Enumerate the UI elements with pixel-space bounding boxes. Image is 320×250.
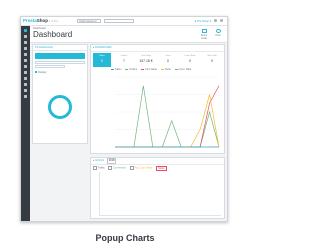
demo-mode-button[interactable]: Demo mode	[198, 29, 210, 40]
admin-window: PrestaShop1.7.6.x Quick Access ▾ ● PS Sh…	[20, 16, 228, 222]
legend-swatch	[174, 68, 178, 70]
kpi-label: Cart Value	[140, 55, 152, 57]
legend-swatch	[111, 68, 114, 70]
activity-select-field[interactable]	[35, 60, 85, 64]
kpi-tab-orders[interactable]: Orders 7	[115, 53, 133, 67]
payment-nav-icon[interactable]	[24, 83, 27, 86]
goals-tab-sales[interactable]: Sales	[156, 166, 167, 171]
settings-nav-icon[interactable]	[24, 95, 27, 98]
stats-nav-icon[interactable]	[24, 59, 27, 62]
activity-display-label: Display	[38, 71, 47, 74]
demo-mode-label: Demo mode	[200, 34, 208, 40]
activity-highlight-row[interactable]	[35, 53, 85, 59]
checkbox-icon	[35, 71, 37, 74]
legend-label: Cart Value	[144, 68, 157, 71]
help-button[interactable]: Help	[212, 29, 224, 37]
promo-caption: Popup Charts	[95, 233, 155, 243]
goals-tab-cart-value[interactable]: Avg. Cart Value	[129, 166, 153, 171]
legend-swatch	[125, 68, 129, 70]
top-bar: PrestaShop1.7.6.x Quick Access ▾ ● PS Sh…	[21, 17, 227, 26]
goals-tab-label: Sales	[158, 167, 165, 170]
legend-swatch	[160, 68, 164, 70]
goals-panel: ▸ GOALS 2018 Traffic Conversion Avg. Car…	[90, 157, 225, 219]
search-input[interactable]	[104, 19, 134, 23]
legend-item[interactable]: Cart Value	[140, 68, 157, 72]
user-avatar-icon[interactable]	[220, 19, 223, 23]
kpi-value: 0	[101, 58, 103, 63]
design-nav-icon[interactable]	[24, 71, 27, 74]
legend-label: Orders	[129, 68, 138, 71]
modules-nav-icon[interactable]	[24, 65, 27, 68]
kpi-tab-net-profit[interactable]: Net Profit 0	[203, 53, 221, 67]
kpi-label: Net Profit	[207, 55, 217, 57]
international-nav-icon[interactable]	[24, 89, 27, 92]
legend-item[interactable]: Visits	[160, 68, 171, 72]
camera-icon	[201, 29, 207, 33]
messages-nav-icon[interactable]	[24, 53, 27, 56]
activity-panel-title: PS Dashactivity	[33, 45, 87, 51]
kpi-value: 7	[123, 58, 125, 63]
quick-access-dropdown[interactable]: Quick Access ▾	[77, 19, 101, 23]
legend-swatch	[140, 68, 144, 70]
kpi-value: 157.18 €	[139, 58, 153, 63]
goals-chart-x-axis	[99, 215, 221, 216]
logo-text-shop: Shop	[36, 18, 49, 23]
goals-tab-label: Avg. Cart Value	[134, 167, 153, 170]
goals-tab-label: Conversion	[112, 167, 127, 170]
activity-donut-chart	[48, 95, 72, 119]
activity-panel: PS Dashactivity Display	[32, 44, 88, 144]
sidebar-nav	[21, 26, 30, 221]
catalog-nav-icon[interactable]	[24, 41, 27, 44]
shipping-nav-icon[interactable]	[24, 77, 27, 80]
legend-label: Sales	[115, 68, 122, 71]
goals-tab-conversion[interactable]: Conversion	[108, 166, 127, 171]
kpi-tabs: Sales 0 Orders 7 Cart Value 157.18 € Vis…	[93, 53, 223, 67]
chart-panel-title: ▸ DASHBOARD	[91, 45, 224, 52]
goals-panel-header: ▸ GOALS 2018	[91, 158, 224, 165]
legend-label: Conv. Rate	[178, 68, 192, 71]
kpi-label: Orders	[120, 55, 128, 57]
page-header: Dashboard Dashboard Demo mode Help	[30, 26, 227, 43]
legend-item[interactable]: Orders	[125, 68, 137, 72]
year-select[interactable]: 2018	[106, 158, 117, 164]
logo-text-presta: Presta	[23, 18, 37, 23]
kpi-tab-sales[interactable]: Sales 0	[93, 53, 111, 67]
dashboard-nav-icon[interactable]	[24, 29, 27, 32]
legend-item[interactable]: Sales	[111, 68, 122, 72]
customers-nav-icon[interactable]	[24, 47, 27, 50]
shop-status-link[interactable]: ● PS Shop ▾	[194, 19, 211, 23]
goals-tabs: Traffic Conversion Avg. Cart Value Sales	[93, 166, 170, 171]
kpi-label: Sales	[99, 55, 105, 57]
legend-item[interactable]: Conv. Rate	[174, 68, 192, 72]
kpi-value: 0	[189, 58, 191, 63]
checkbox-icon	[93, 166, 97, 171]
version-label: 1.7.6.x	[49, 19, 59, 23]
prestashop-logo[interactable]: PrestaShop1.7.6.x	[23, 17, 58, 25]
checkbox-icon	[108, 166, 113, 171]
dashboard-line-chart	[115, 76, 220, 148]
orders-nav-icon[interactable]	[24, 35, 27, 38]
kpi-label: Conv. Rate	[184, 55, 196, 57]
activity-date-field[interactable]	[35, 65, 65, 68]
top-right-actions: ● PS Shop ▾	[194, 19, 223, 24]
page-title: Dashboard	[33, 30, 73, 39]
series-line-visits[interactable]	[115, 94, 220, 148]
kpi-tab-conversion[interactable]: Conv. Rate 0	[181, 53, 199, 67]
notifications-icon[interactable]	[214, 19, 218, 23]
help-label: Help	[215, 34, 221, 37]
kpi-tab-visits[interactable]: Visits 0	[159, 53, 177, 67]
goals-tab-label: Traffic	[97, 167, 105, 170]
chart-legend: Sales Orders Cart Value Visits Conv. Rat…	[111, 68, 223, 72]
goals-tab-traffic[interactable]: Traffic	[93, 166, 105, 171]
legend-label: Visits	[164, 68, 171, 71]
activity-display-option[interactable]: Display	[35, 71, 85, 74]
dashboard-chart-panel: ▸ DASHBOARD Sales 0 Orders 7 Cart Value …	[90, 44, 225, 154]
kpi-label: Visits	[165, 55, 171, 57]
goals-panel-title: ▸ GOALS	[93, 159, 104, 162]
kpi-value: 0	[167, 58, 169, 63]
help-icon	[215, 29, 221, 33]
kpi-tab-cart-value[interactable]: Cart Value 157.18 €	[137, 53, 155, 67]
goals-chart-y-axis	[99, 172, 100, 216]
kpi-value: 0	[211, 58, 213, 63]
